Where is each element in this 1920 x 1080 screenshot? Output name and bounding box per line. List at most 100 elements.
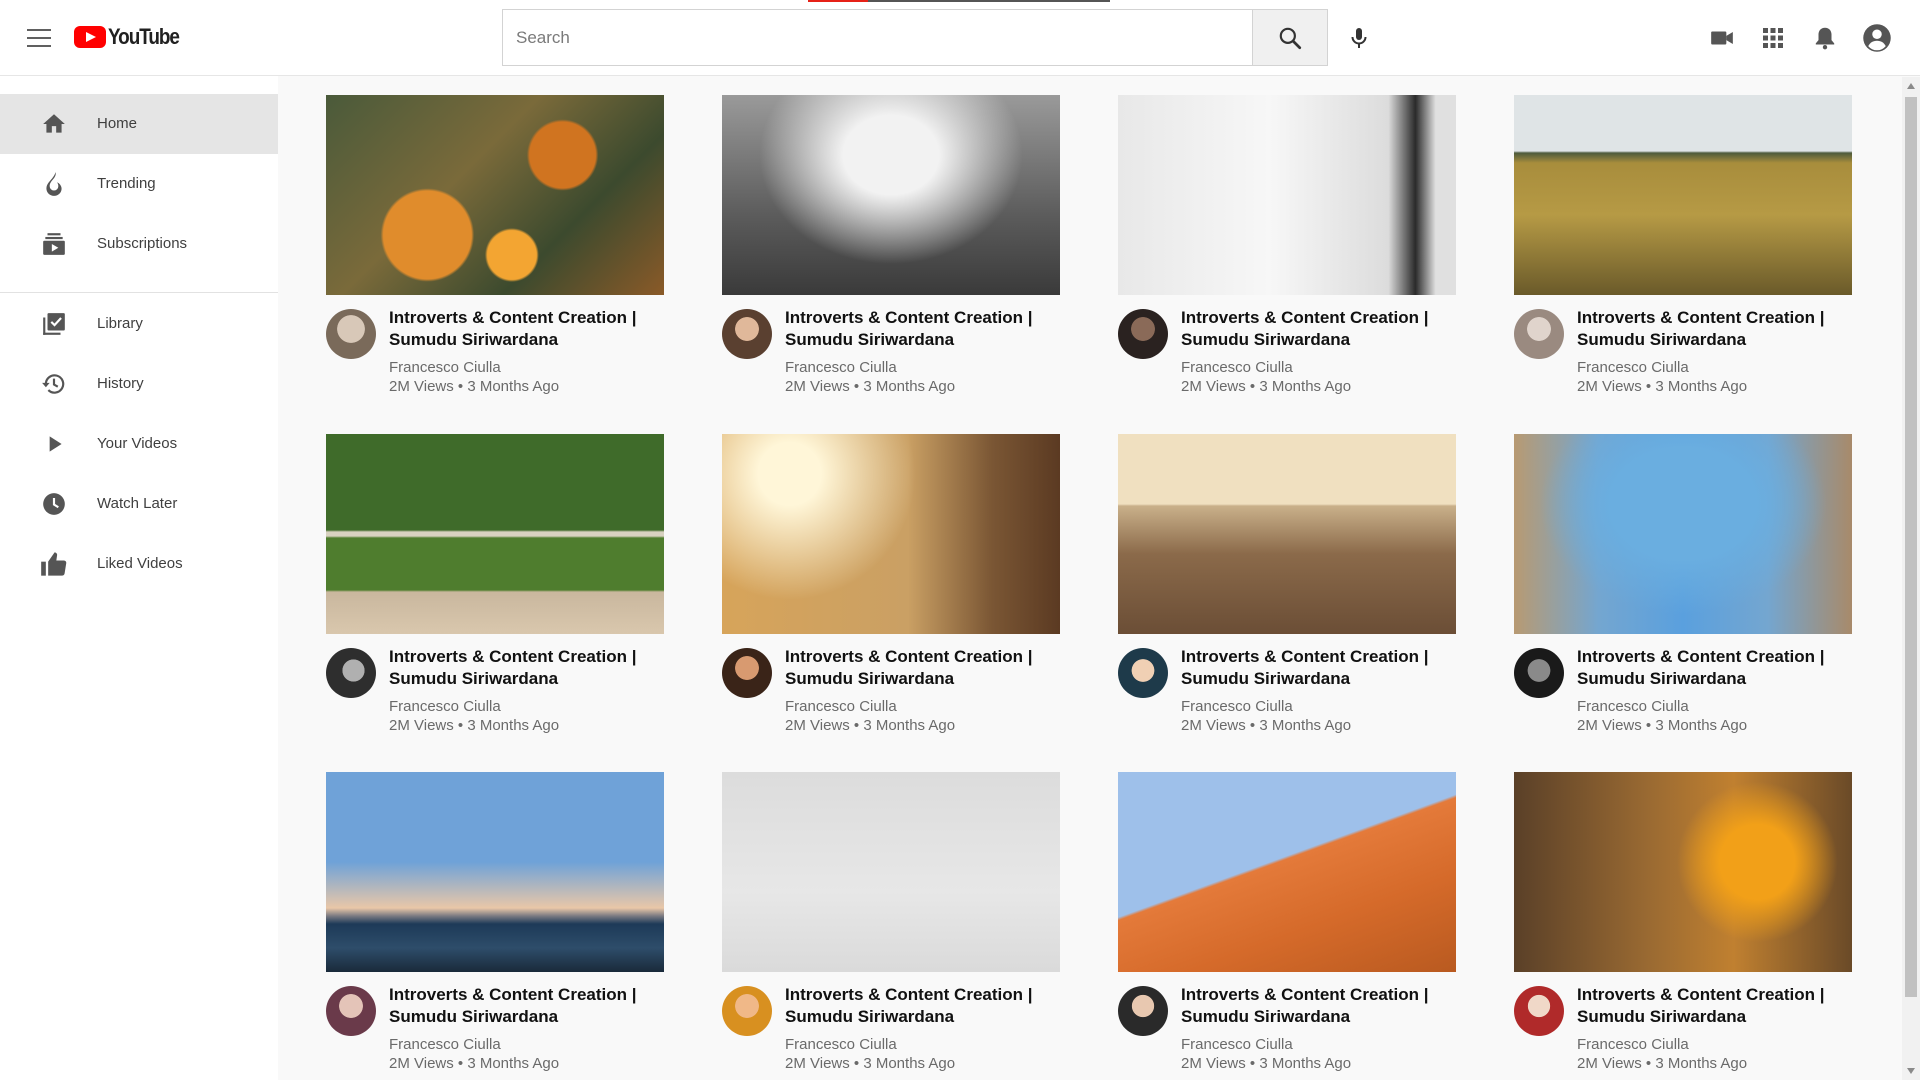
video-card[interactable]: Introverts & Content Creation | Sumudu S…: [1514, 76, 1852, 406]
video-thumbnail[interactable]: [722, 95, 1060, 295]
video-thumbnail[interactable]: [1118, 434, 1456, 634]
video-meta: 2M Views • 3 Months Ago: [1577, 1055, 1748, 1072]
sidebar: Home Trending Subscriptions Library Hist…: [0, 76, 278, 1080]
create-video-button[interactable]: [1702, 18, 1742, 58]
video-card[interactable]: Introverts & Content Creation | Sumudu S…: [1514, 415, 1852, 745]
video-thumbnail[interactable]: [1514, 95, 1852, 295]
channel-name[interactable]: Francesco Ciulla: [1577, 359, 1689, 376]
video-card[interactable]: Introverts & Content Creation | Sumudu S…: [326, 415, 664, 745]
video-title[interactable]: Introverts & Content Creation | Sumudu S…: [389, 984, 664, 1028]
notifications-button[interactable]: [1805, 18, 1845, 58]
channel-avatar[interactable]: [326, 986, 376, 1036]
video-thumbnail[interactable]: [1514, 772, 1852, 972]
sidebar-item-your-videos[interactable]: Your Videos: [0, 414, 278, 474]
video-title[interactable]: Introverts & Content Creation | Sumudu S…: [389, 307, 664, 351]
channel-avatar[interactable]: [1514, 648, 1564, 698]
channel-name[interactable]: Francesco Ciulla: [785, 359, 897, 376]
channel-name[interactable]: Francesco Ciulla: [785, 1036, 897, 1053]
channel-avatar[interactable]: [1118, 648, 1168, 698]
sidebar-item-label: History: [97, 375, 144, 392]
video-thumbnail[interactable]: [326, 95, 664, 295]
channel-name[interactable]: Francesco Ciulla: [389, 698, 501, 715]
apps-button[interactable]: [1753, 18, 1793, 58]
channel-name[interactable]: Francesco Ciulla: [1577, 1036, 1689, 1053]
channel-name[interactable]: Francesco Ciulla: [1181, 1036, 1293, 1053]
sidebar-item-history[interactable]: History: [0, 354, 278, 414]
channel-avatar[interactable]: [326, 648, 376, 698]
sidebar-item-label: Trending: [97, 175, 156, 192]
channel-name[interactable]: Francesco Ciulla: [1181, 359, 1293, 376]
sidebar-item-liked-videos[interactable]: Liked Videos: [0, 534, 278, 594]
loading-progress-track: [868, 0, 1110, 2]
video-card[interactable]: Introverts & Content Creation | Sumudu S…: [326, 753, 664, 1080]
sidebar-item-watch-later[interactable]: Watch Later: [0, 474, 278, 534]
video-title[interactable]: Introverts & Content Creation | Sumudu S…: [1577, 646, 1852, 690]
video-thumbnail[interactable]: [722, 434, 1060, 634]
video-card[interactable]: Introverts & Content Creation | Sumudu S…: [1118, 76, 1456, 406]
sidebar-item-library[interactable]: Library: [0, 294, 278, 354]
video-title[interactable]: Introverts & Content Creation | Sumudu S…: [389, 646, 664, 690]
video-card[interactable]: Introverts & Content Creation | Sumudu S…: [1118, 753, 1456, 1080]
video-meta: 2M Views • 3 Months Ago: [389, 1055, 560, 1072]
menu-icon[interactable]: [26, 26, 52, 50]
channel-avatar[interactable]: [1118, 986, 1168, 1036]
video-title[interactable]: Introverts & Content Creation | Sumudu S…: [785, 984, 1060, 1028]
video-card[interactable]: Introverts & Content Creation | Sumudu S…: [326, 76, 664, 406]
channel-avatar[interactable]: [722, 648, 772, 698]
video-meta: 2M Views • 3 Months Ago: [785, 717, 956, 734]
video-grid: Introverts & Content Creation | Sumudu S…: [278, 76, 1896, 1080]
page-scrollbar[interactable]: [1902, 77, 1920, 1080]
channel-avatar[interactable]: [722, 309, 772, 359]
video-title[interactable]: Introverts & Content Creation | Sumudu S…: [1181, 646, 1456, 690]
youtube-logo[interactable]: YouTube: [74, 24, 190, 50]
channel-avatar[interactable]: [1514, 986, 1564, 1036]
scroll-down-arrow-icon[interactable]: [1907, 1068, 1915, 1074]
sidebar-item-subscriptions[interactable]: Subscriptions: [0, 214, 278, 274]
video-thumbnail[interactable]: [326, 772, 664, 972]
video-thumbnail[interactable]: [1514, 434, 1852, 634]
account-icon: [1863, 24, 1891, 52]
sidebar-item-home[interactable]: Home: [0, 94, 278, 154]
video-card[interactable]: Introverts & Content Creation | Sumudu S…: [1514, 753, 1852, 1080]
channel-name[interactable]: Francesco Ciulla: [785, 698, 897, 715]
home-icon: [40, 110, 68, 138]
sidebar-item-label: Your Videos: [97, 435, 178, 452]
video-title[interactable]: Introverts & Content Creation | Sumudu S…: [785, 307, 1060, 351]
video-meta: 2M Views • 3 Months Ago: [1577, 717, 1748, 734]
video-title[interactable]: Introverts & Content Creation | Sumudu S…: [1181, 307, 1456, 351]
channel-avatar[interactable]: [1514, 309, 1564, 359]
channel-avatar[interactable]: [722, 986, 772, 1036]
video-thumbnail[interactable]: [326, 434, 664, 634]
video-card[interactable]: Introverts & Content Creation | Sumudu S…: [722, 753, 1060, 1080]
video-meta: 2M Views • 3 Months Ago: [1577, 378, 1748, 395]
video-thumbnail[interactable]: [722, 772, 1060, 972]
sidebar-item-label: Liked Videos: [97, 555, 183, 572]
history-icon: [40, 370, 68, 398]
subscriptions-icon: [40, 230, 68, 258]
voice-search-button[interactable]: [1339, 18, 1379, 58]
channel-name[interactable]: Francesco Ciulla: [389, 1036, 501, 1053]
video-card[interactable]: Introverts & Content Creation | Sumudu S…: [722, 415, 1060, 745]
sidebar-item-trending[interactable]: Trending: [0, 154, 278, 214]
scrollbar-thumb[interactable]: [1905, 97, 1917, 997]
video-thumbnail[interactable]: [1118, 95, 1456, 295]
search-input[interactable]: [503, 10, 1328, 65]
search-button[interactable]: [1252, 9, 1328, 66]
channel-name[interactable]: Francesco Ciulla: [389, 359, 501, 376]
channel-name[interactable]: Francesco Ciulla: [1577, 698, 1689, 715]
video-card[interactable]: Introverts & Content Creation | Sumudu S…: [1118, 415, 1456, 745]
video-title[interactable]: Introverts & Content Creation | Sumudu S…: [1181, 984, 1456, 1028]
video-thumbnail[interactable]: [1118, 772, 1456, 972]
play-icon: [40, 430, 68, 458]
channel-avatar[interactable]: [326, 309, 376, 359]
sidebar-item-label: Subscriptions: [97, 235, 188, 252]
video-title[interactable]: Introverts & Content Creation | Sumudu S…: [1577, 307, 1852, 351]
scroll-up-arrow-icon[interactable]: [1907, 83, 1915, 89]
video-title[interactable]: Introverts & Content Creation | Sumudu S…: [785, 646, 1060, 690]
video-card[interactable]: Introverts & Content Creation | Sumudu S…: [722, 76, 1060, 406]
video-title[interactable]: Introverts & Content Creation | Sumudu S…: [1577, 984, 1852, 1028]
loading-progress-bar: [808, 0, 868, 2]
channel-name[interactable]: Francesco Ciulla: [1181, 698, 1293, 715]
channel-avatar[interactable]: [1118, 309, 1168, 359]
account-button[interactable]: [1857, 18, 1897, 58]
